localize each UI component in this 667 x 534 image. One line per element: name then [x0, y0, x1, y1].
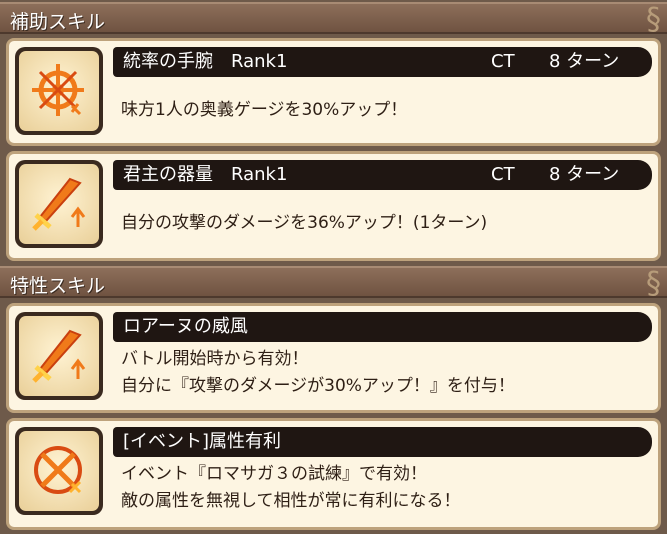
skill-description: イベント『ロマサガ３の試練』で有効！ 敵の属性を無視して相性が常に有利になる！	[121, 461, 461, 515]
target-crosshair-icon	[32, 64, 84, 116]
skill-name: [イベント]属性有利	[123, 431, 282, 452]
ornament-curl-icon: §	[646, 266, 661, 301]
desc-line: バトル開始時から有効！	[121, 349, 309, 369]
sword-arrow-icon	[32, 329, 86, 383]
skill-name: 君主の器量 Rank1	[123, 164, 288, 185]
skill-name: 統率の手腕 Rank1	[123, 51, 288, 72]
skill-title-bar: ロアーヌの威風	[113, 312, 652, 342]
skill-title-bar: [イベント]属性有利	[113, 427, 652, 457]
skill-description: バトル開始時から有効！ 自分に『攻撃のダメージが30%アップ！』を付与！	[121, 346, 515, 400]
skill-title-bar: 君主の器量 Rank1 CT 8 ターン	[113, 160, 652, 190]
ct-label: CT	[491, 51, 515, 72]
skill-card-trait-1[interactable]: ロアーヌの威風 バトル開始時から有効！ 自分に『攻撃のダメージが30%アップ！』…	[6, 303, 661, 413]
skill-description: 味方1人の奥義ゲージを30%アップ！	[121, 97, 407, 124]
skill-icon-frame	[15, 47, 103, 135]
section-header-trait: 特性スキル §	[0, 266, 667, 301]
skill-card-support-1[interactable]: 統率の手腕 Rank1 CT 8 ターン 味方1人の奥義ゲージを30%アップ！	[6, 38, 661, 146]
section-title: 補助スキル	[10, 11, 106, 33]
section-header-support: 補助スキル §	[0, 2, 667, 37]
desc-line: 自分の攻撃のダメージを36%アップ！(1ターン)	[121, 213, 488, 233]
skill-card-trait-2[interactable]: [イベント]属性有利 イベント『ロマサガ３の試練』で有効！ 敵の属性を無視して相…	[6, 418, 661, 530]
desc-line: イベント『ロマサガ３の試練』で有効！	[121, 464, 427, 484]
ct-label: CT	[491, 164, 515, 185]
section-title: 特性スキル	[10, 275, 106, 297]
desc-line: 味方1人の奥義ゲージを30%アップ！	[121, 100, 408, 120]
skill-title-bar: 統率の手腕 Rank1 CT 8 ターン	[113, 47, 652, 77]
skill-icon-frame	[15, 427, 103, 515]
skill-icon-frame	[15, 312, 103, 400]
desc-line: 敵の属性を無視して相性が常に有利になる！	[121, 491, 461, 511]
ct-value: 8 ターン	[549, 51, 620, 72]
ornament-curl-icon: §	[646, 2, 661, 37]
skill-card-support-2[interactable]: 君主の器量 Rank1 CT 8 ターン 自分の攻撃のダメージを36%アップ！(…	[6, 151, 661, 261]
skill-description: 自分の攻撃のダメージを36%アップ！(1ターン)	[121, 210, 487, 237]
crossed-arrow-icon	[34, 446, 82, 494]
ct-value: 8 ターン	[549, 164, 620, 185]
skill-name: ロアーヌの威風	[123, 316, 248, 337]
desc-line: 自分に『攻撃のダメージが30%アップ！』を付与！	[121, 376, 515, 396]
skill-icon-frame	[15, 160, 103, 248]
sword-arrow-icon	[32, 177, 86, 231]
